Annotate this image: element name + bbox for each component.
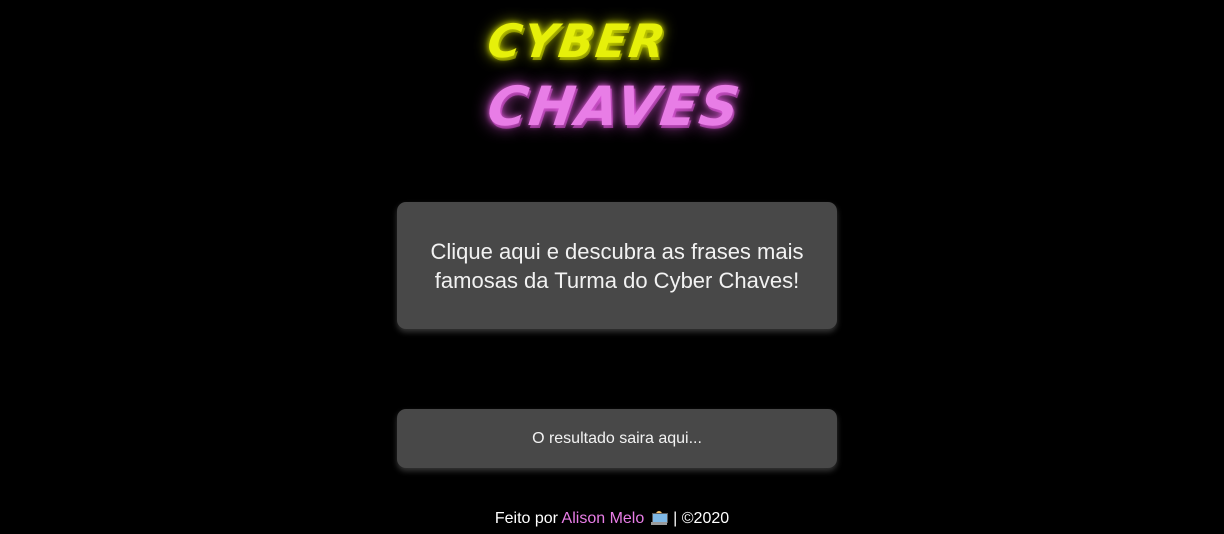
discover-quote-label: Clique aqui e descubra as frases mais fa… [430, 238, 804, 293]
logo-cyber: CYBER [484, 14, 671, 68]
author-link[interactable]: Alison Melo [562, 510, 645, 527]
result-box: O resultado saira aqui... [397, 409, 837, 468]
footer: Feito por Alison Melo | ©2020 [0, 510, 1224, 528]
result-text: O resultado saira aqui... [532, 429, 702, 447]
technologist-emoji-icon [650, 511, 668, 525]
page: CYBER CHAVES Clique aqui e descubra as f… [0, 0, 1224, 534]
logo-chaves: CHAVES [483, 75, 746, 138]
discover-quote-button[interactable]: Clique aqui e descubra as frases mais fa… [397, 202, 837, 329]
footer-copyright: | ©2020 [673, 510, 730, 527]
footer-prefix: Feito por [494, 510, 558, 527]
